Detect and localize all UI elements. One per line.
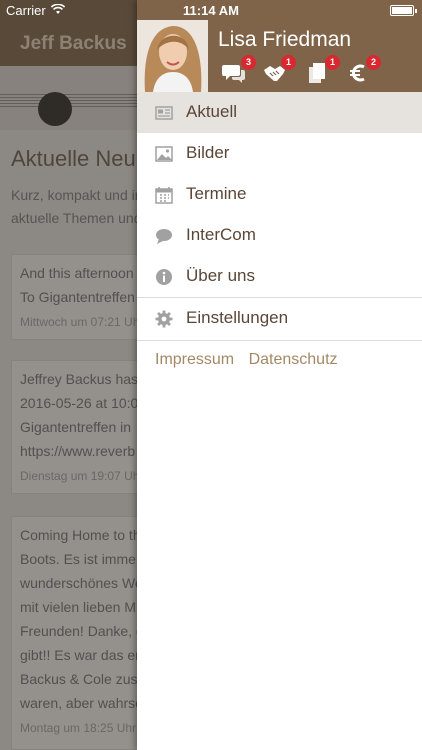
menu-item-aktuell[interactable]: Aktuell	[137, 92, 422, 133]
deals-badge: 1	[281, 55, 296, 70]
user-name: Lisa Friedman	[218, 28, 352, 51]
payments-badge: 2	[366, 55, 381, 70]
info-icon	[156, 269, 172, 285]
messages-shortcut[interactable]: 3	[222, 55, 256, 84]
menu-item-bilder[interactable]: Bilder	[137, 133, 422, 174]
picture-icon	[155, 146, 173, 162]
drawer-menu: Aktuell Bilder Termine InterCom Über uns…	[137, 92, 422, 341]
menu-item-label: Bilder	[186, 143, 230, 162]
deals-shortcut[interactable]: 1	[262, 55, 296, 84]
navigation-drawer: Lisa Friedman 3 1 1 2 Aktuell Bilder Ter…	[137, 0, 422, 750]
datenschutz-link[interactable]: Datenschutz	[249, 351, 338, 369]
documents-badge: 1	[325, 55, 340, 70]
user-photo	[137, 20, 208, 92]
menu-item-label: Aktuell	[186, 102, 238, 121]
menu-item-intercom[interactable]: InterCom	[137, 215, 422, 256]
menu-divider	[137, 340, 422, 341]
documents-shortcut[interactable]: 1	[306, 55, 340, 84]
menu-item-label: InterCom	[186, 225, 256, 244]
speech-bubble-icon	[156, 229, 172, 244]
footer-links: Impressum Datenschutz	[155, 351, 348, 369]
menu-item-label: Einstellungen	[186, 308, 289, 327]
menu-item-termine[interactable]: Termine	[137, 174, 422, 215]
menu-item-label: Über uns	[186, 266, 255, 285]
messages-badge: 3	[241, 55, 256, 70]
payments-shortcut[interactable]: 2	[347, 55, 381, 84]
clock: 11:14 AM	[183, 3, 239, 18]
status-bar: Carrier 11:14 AM	[0, 0, 422, 20]
user-avatar[interactable]	[137, 20, 208, 92]
impressum-link[interactable]: Impressum	[155, 351, 234, 369]
battery-icon	[390, 5, 417, 16]
calendar-icon	[155, 187, 173, 204]
menu-item-ueber-uns[interactable]: Über uns	[137, 256, 422, 297]
gear-icon	[155, 310, 173, 328]
menu-item-label: Termine	[186, 184, 247, 203]
menu-item-einstellungen[interactable]: Einstellungen	[137, 298, 422, 340]
newspaper-icon	[155, 106, 173, 120]
